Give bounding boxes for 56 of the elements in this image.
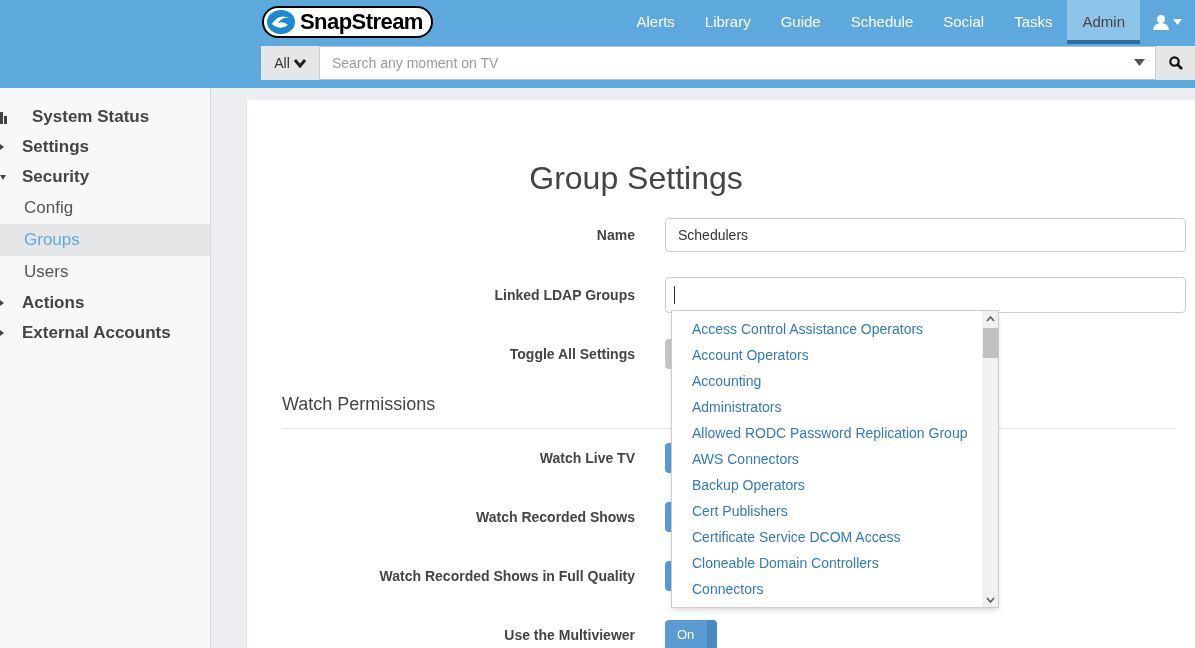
search-field[interactable]: Search any moment on TV (320, 46, 1155, 80)
sidebar-subitem[interactable]: Users (0, 256, 210, 288)
dropdown-option[interactable]: Access Control Assistance Operators (692, 316, 982, 342)
field-label: Watch Recorded Shows in Full Quality (378, 566, 635, 586)
logo[interactable]: SnapStream (262, 6, 433, 38)
collapsed-arrow-icon (0, 300, 4, 306)
nav-tab[interactable]: Alerts (621, 0, 690, 44)
section-heading: Watch Permissions (282, 393, 436, 416)
nav-tab[interactable]: Library (689, 0, 766, 44)
dropdown-option[interactable]: Connectors (692, 576, 982, 602)
dropdown-option[interactable]: Cloneable Domain Controllers (692, 550, 982, 576)
nav-tab[interactable]: Admin (1067, 0, 1140, 44)
field-label: Name (595, 225, 635, 245)
scroll-down-icon[interactable] (985, 597, 995, 603)
bar-chart-icon (0, 110, 8, 124)
sidebar-item[interactable]: Security (0, 162, 210, 192)
chevron-icon (293, 58, 306, 68)
page-title: Group Settings (528, 159, 744, 198)
dropdown-option[interactable]: AWS Connectors (692, 446, 982, 472)
scrollbar[interactable] (982, 311, 998, 607)
dropdown-option[interactable]: Account Operators (692, 342, 982, 368)
nav-tab[interactable]: Tasks (999, 0, 1068, 44)
expanded-arrow-icon (0, 174, 6, 180)
dropdown-option[interactable]: Allowed RODC Password Replication Group (692, 420, 982, 446)
scope-dropdown[interactable]: All (261, 46, 320, 80)
nav-tab[interactable]: Social (928, 0, 1000, 44)
search-button[interactable] (1155, 46, 1195, 80)
field-label: Linked LDAP Groups (493, 285, 635, 305)
dropdown-option[interactable]: Accounting (692, 368, 982, 394)
name-field[interactable]: Schedulers (665, 218, 1186, 252)
swoosh-logo-icon (266, 9, 296, 35)
text-cursor (674, 286, 675, 304)
field-label: Watch Live TV (538, 448, 635, 468)
dropdown-option[interactable]: Backup Operators (692, 472, 982, 498)
user-icon (1153, 14, 1169, 30)
nav-tab[interactable]: Guide (765, 0, 836, 44)
sidebar-subitem[interactable]: Config (0, 192, 210, 224)
search-icon (1168, 56, 1183, 70)
collapsed-arrow-icon (0, 330, 4, 336)
toggle-switch[interactable]: On (665, 620, 717, 648)
collapsed-arrow-icon (0, 144, 4, 150)
dropdown-option[interactable]: Administrators (692, 394, 982, 420)
dropdown-option[interactable]: Certificate Service DCOM Access (692, 524, 982, 550)
field-label: Toggle All Settings (508, 344, 635, 364)
sidebar-item[interactable]: System Status (0, 102, 210, 132)
dropdown-caret-icon[interactable] (1134, 59, 1145, 66)
scroll-up-icon[interactable] (985, 316, 995, 322)
dropdown-option[interactable]: Cert Publishers (692, 498, 982, 524)
nav-tab[interactable]: Schedule (835, 0, 929, 44)
sidebar-item[interactable]: Actions (0, 288, 210, 318)
sidebar-item[interactable]: Settings (0, 132, 210, 162)
field-label: Watch Recorded Shows (475, 507, 635, 527)
field-label: Use the Multiviewer (503, 625, 635, 645)
caret-icon (1173, 19, 1182, 25)
scroll-thumb[interactable] (982, 328, 998, 358)
sidebar-item[interactable]: External Accounts (0, 318, 210, 348)
